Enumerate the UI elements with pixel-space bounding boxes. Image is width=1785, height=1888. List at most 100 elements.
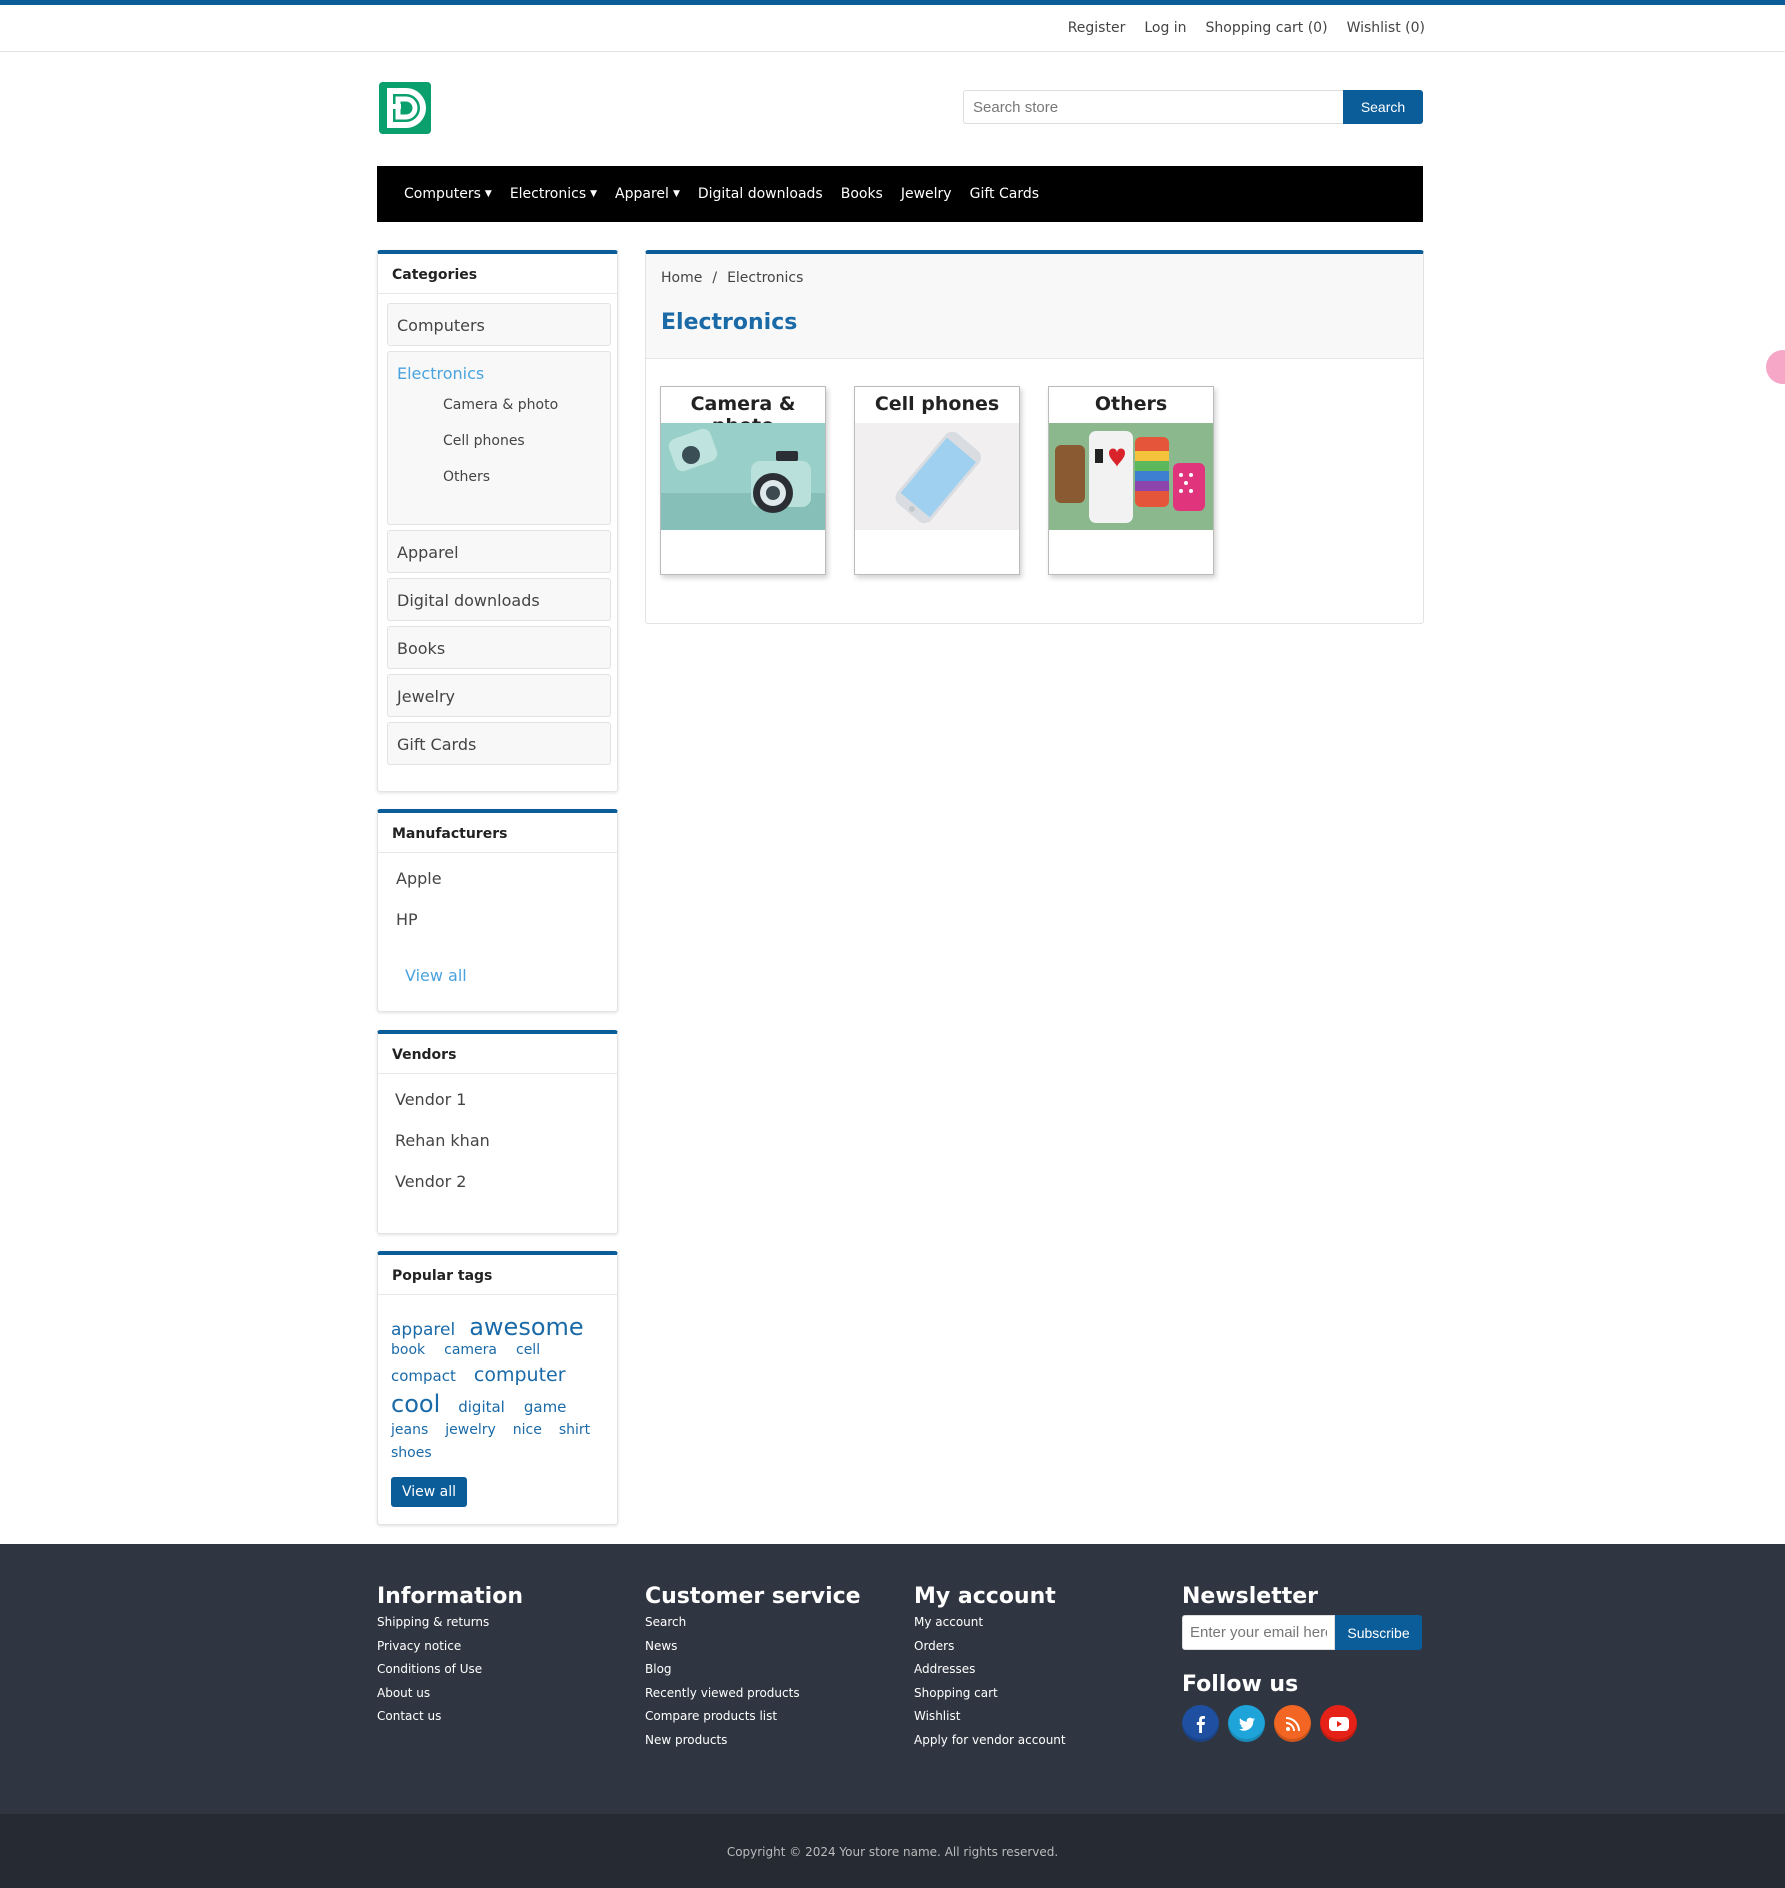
rss-icon[interactable] [1274,1705,1311,1742]
nav-item-electronics[interactable]: Electronics ▼ [510,186,597,202]
footer-link[interactable]: Contact us [377,1709,523,1733]
footer-link[interactable]: Compare products list [645,1709,861,1733]
tag-link[interactable]: awesome [469,1314,583,1340]
twitter-icon[interactable] [1228,1705,1265,1742]
category-item-computers[interactable]: Computers [387,303,611,346]
manufacturer-item-hp[interactable]: HP [396,910,617,951]
manufacturers-view-all-link[interactable]: View all [396,966,467,985]
footer-heading: Newsletter [1182,1584,1319,1609]
login-link[interactable]: Log in [1144,20,1186,36]
footer-link[interactable]: Orders [914,1639,1066,1663]
footer-link[interactable]: Privacy notice [377,1639,523,1663]
footer-link[interactable]: Blog [645,1662,861,1686]
vendor-item[interactable]: Vendor 2 [395,1172,617,1213]
subcategory-card-title: Camera & photo [690,393,796,437]
camera-icon [661,423,825,530]
facebook-icon[interactable] [1182,1705,1219,1742]
tag-link[interactable]: cell [516,1343,540,1358]
footer-link[interactable]: About us [377,1686,523,1710]
tag-link[interactable]: compact [391,1368,456,1385]
tag-link[interactable]: nice [513,1423,542,1438]
footer-link[interactable]: My account [914,1615,1066,1639]
subscribe-button[interactable]: Subscribe [1335,1615,1422,1650]
search-button[interactable]: Search [1343,90,1423,124]
category-item-gift-cards[interactable]: Gift Cards [387,722,611,765]
header-links: Register Log in Shopping cart (0) Wishli… [1068,20,1425,36]
footer-heading: My account [914,1584,1056,1609]
tag-link[interactable]: cool [391,1391,440,1417]
store-logo[interactable] [379,82,431,134]
footer-link[interactable]: Apply for vendor account [914,1733,1066,1757]
subcategory-item-camera-photo[interactable]: Camera & photo [397,383,610,419]
footer-link[interactable]: Search [645,1615,861,1639]
category-item-digital-downloads[interactable]: Digital downloads [387,578,611,621]
footer-link[interactable]: News [645,1639,861,1663]
category-page: Home / Electronics Electronics Camera & … [645,250,1424,624]
vendor-item[interactable]: Rehan khan [395,1131,617,1172]
footer-link[interactable]: New products [645,1733,861,1757]
others-image[interactable] [1049,423,1213,530]
category-item-electronics: Electronics Camera & photo Cell phones O… [387,351,611,525]
category-item-apparel[interactable]: Apparel [387,530,611,573]
subcategory-card-cell-phones[interactable]: Cell phones [854,386,1020,575]
cell-phones-image[interactable] [855,423,1019,530]
footer-newsletter: Newsletter Subscribe Follow us [1182,1584,1422,1742]
subcategory-grid: Camera & photo Cell phones [660,386,1214,575]
wishlist-link[interactable]: Wishlist (0) [1347,20,1425,36]
breadcrumb-home-link[interactable]: Home [661,270,702,286]
footer-link[interactable]: Addresses [914,1662,1066,1686]
camera-photo-image[interactable] [661,423,825,530]
tag-link[interactable]: apparel [391,1321,455,1340]
tag-link[interactable]: computer [474,1365,566,1386]
nav-item-jewelry[interactable]: Jewelry [901,186,952,202]
page-title: Electronics [661,310,798,335]
subcategory-item-cell-phones[interactable]: Cell phones [397,419,610,455]
tag-link[interactable]: shirt [559,1423,590,1438]
footer-link[interactable]: Wishlist [914,1709,1066,1733]
nav-label: Books [840,186,883,202]
footer-link[interactable]: Shipping & returns [377,1615,523,1639]
tag-link[interactable]: book [391,1343,425,1358]
footer-heading: Information [377,1584,523,1609]
search-input[interactable] [963,90,1343,124]
shopping-cart-link[interactable]: Shopping cart (0) [1206,20,1328,36]
nav-item-gift-cards[interactable]: Gift Cards [970,186,1039,202]
tag-link[interactable]: game [524,1399,567,1416]
newsletter-form: Subscribe [1182,1615,1422,1650]
popular-tags-title: Popular tags [378,1255,617,1295]
footer-link[interactable]: Recently viewed products [645,1686,861,1710]
category-item-books[interactable]: Books [387,626,611,669]
tag-link[interactable]: digital [458,1399,505,1416]
subcategory-card-others[interactable]: Others [1048,386,1214,575]
footer-link[interactable]: Shopping cart [914,1686,1066,1710]
manufacturer-item-apple[interactable]: Apple [396,869,617,910]
search-form: Search [963,90,1423,124]
copyright-text: Copyright © 2024 Your store name. All ri… [726,1845,1059,1859]
tag-link[interactable]: jeans [391,1423,428,1438]
tag-link[interactable]: shoes [391,1446,432,1461]
tag-link[interactable]: jewelry [445,1423,496,1438]
nav-item-digital-downloads[interactable]: Digital downloads [698,186,823,202]
nav-item-apparel[interactable]: Apparel ▼ [615,186,680,202]
subcategory-card-camera-photo[interactable]: Camera & photo [660,386,826,575]
nav-label: Digital downloads [697,186,823,202]
breadcrumb-current: Electronics [727,270,804,286]
phone-icon [855,423,1019,530]
floating-action-button[interactable] [1766,350,1785,384]
tag-link[interactable]: camera [444,1343,497,1358]
tags-view-all-button[interactable]: View all [391,1476,468,1507]
newsletter-email-input[interactable] [1182,1615,1335,1650]
youtube-icon[interactable] [1320,1705,1357,1742]
vendor-item[interactable]: Vendor 1 [395,1090,617,1131]
footer-heading: Follow us [1182,1672,1299,1697]
subcategory-item-others[interactable]: Others [397,455,610,491]
category-label-electronics[interactable]: Electronics [397,364,610,383]
register-link[interactable]: Register [1068,20,1126,36]
nav-item-books[interactable]: Books [841,186,883,202]
categories-title: Categories [378,254,617,294]
footer-link[interactable]: Conditions of Use [377,1662,523,1686]
footer-heading: Customer service [645,1584,861,1609]
category-item-jewelry[interactable]: Jewelry [387,674,611,717]
chevron-down-icon: ▼ [484,189,492,199]
nav-item-computers[interactable]: Computers ▼ [404,186,492,202]
